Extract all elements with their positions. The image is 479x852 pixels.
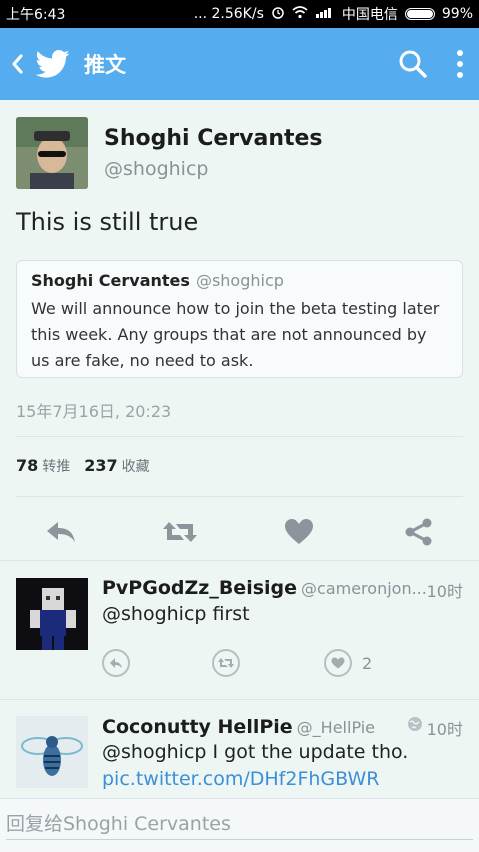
- quoted-author-handle: @shoghicp: [195, 271, 284, 290]
- quoted-tweet[interactable]: Shoghi Cervantes @shoghicp We will announ…: [16, 260, 463, 378]
- divider: [16, 436, 463, 437]
- quoted-tweet-text: We will announce how to join the beta te…: [31, 299, 440, 370]
- page-title: 推文: [84, 53, 126, 77]
- signal-icon: [315, 6, 335, 22]
- tweet-text: This is still true: [16, 208, 199, 236]
- quoted-tweet-header: Shoghi Cervantes @shoghicp: [31, 271, 448, 290]
- retweet-icon[interactable]: [162, 518, 197, 546]
- reply-author-handle: @_HellPie: [296, 718, 376, 737]
- reply-item[interactable]: Coconutty HellPie @_HellPie 10时 @shoghicp…: [0, 700, 479, 798]
- status-bar: 上午6:43 ... 2.56K/s 中国电信 99%: [0, 0, 479, 28]
- network-speed: ... 2.56K/s: [193, 6, 264, 22]
- status-time: 上午6:43: [6, 7, 66, 23]
- reply-icon[interactable]: [102, 649, 130, 677]
- back-icon[interactable]: [10, 52, 26, 76]
- reply-input-underline: [6, 839, 473, 840]
- globe-icon: [407, 716, 423, 736]
- reply-avatar[interactable]: [16, 578, 88, 650]
- reply-compose-bar: 回复给Shoghi Cervantes: [0, 798, 479, 852]
- author-handle[interactable]: @shoghicp: [104, 158, 208, 180]
- quoted-author-name: Shoghi Cervantes: [31, 271, 190, 290]
- divider: [16, 496, 463, 497]
- like-label: 收藏: [121, 459, 150, 475]
- search-icon[interactable]: [397, 48, 429, 80]
- author-name[interactable]: Shoghi Cervantes: [104, 126, 323, 151]
- tweet-timestamp: 15年7月16日, 20:23: [16, 402, 172, 421]
- author-avatar[interactable]: [16, 117, 88, 189]
- reply-input[interactable]: 回复给Shoghi Cervantes: [6, 809, 231, 836]
- reply-time: 10时: [426, 720, 463, 739]
- wifi-icon: [292, 5, 308, 23]
- reply-author[interactable]: Coconutty HellPie @_HellPie: [102, 716, 375, 738]
- heart-icon[interactable]: [284, 518, 318, 546]
- reply-link[interactable]: pic.twitter.com/DHf2FhGBWR: [102, 768, 380, 790]
- reply-item[interactable]: PvPGodZz_Beisige @cameronjon... 10时 @shog…: [0, 561, 479, 699]
- reply-author[interactable]: PvPGodZz_Beisige @cameronjon...: [102, 577, 427, 599]
- reply-text: @shoghicp I got the update tho.: [102, 741, 409, 763]
- reply-icon[interactable]: [44, 518, 78, 546]
- heart-icon[interactable]: [324, 649, 352, 677]
- like-count[interactable]: 237: [84, 456, 117, 475]
- reply-like-count: 2: [362, 654, 373, 673]
- tweet-actions: [0, 508, 479, 554]
- reply-time: 10时: [426, 582, 463, 601]
- more-vertical-icon[interactable]: [455, 48, 465, 80]
- carrier-label: 中国电信: [341, 7, 398, 23]
- reply-avatar[interactable]: [16, 716, 88, 788]
- reply-author-handle: @cameronjon...: [301, 579, 427, 598]
- share-icon[interactable]: [404, 518, 438, 546]
- tweet-stats: 78 转推 237 收藏: [16, 456, 164, 476]
- battery-icon: [404, 8, 435, 20]
- battery-percent: 99%: [441, 6, 473, 22]
- reply-author-name: Coconutty HellPie: [102, 716, 293, 738]
- app-bar: 推文: [0, 28, 479, 100]
- status-right: ... 2.56K/s 中国电信 99%: [194, 4, 473, 24]
- twitter-bird-icon: [35, 49, 70, 79]
- reply-author-name: PvPGodZz_Beisige: [102, 577, 298, 599]
- retweet-icon[interactable]: [212, 649, 240, 677]
- reply-text: @shoghicp first: [102, 603, 250, 625]
- retweet-label: 转推: [42, 459, 71, 475]
- retweet-count[interactable]: 78: [16, 456, 38, 475]
- alarm-icon: [271, 5, 285, 23]
